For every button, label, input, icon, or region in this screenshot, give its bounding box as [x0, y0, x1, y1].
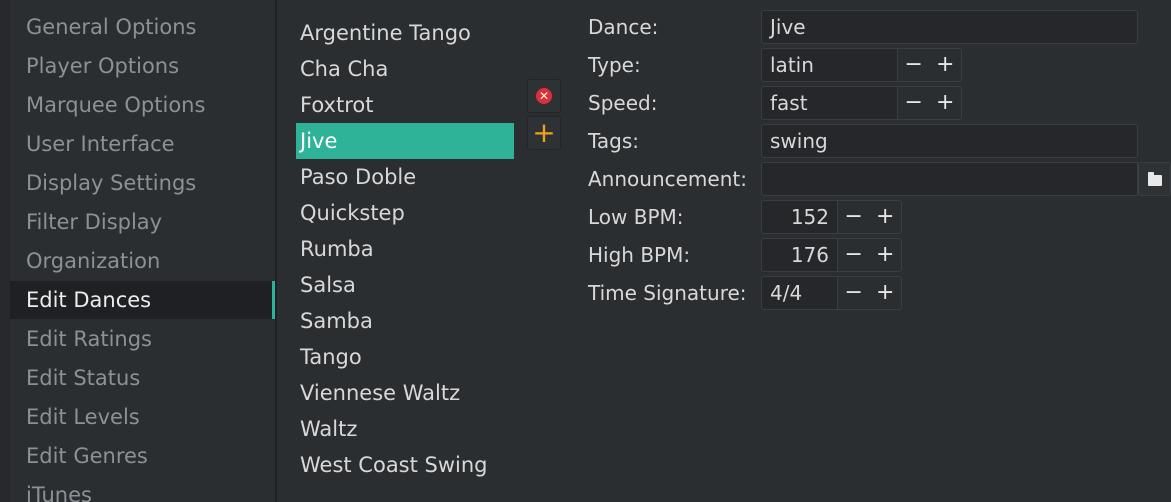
dance-item-cha-cha[interactable]: Cha Cha	[296, 51, 514, 87]
dance-item-west-coast-swing[interactable]: West Coast Swing	[296, 447, 514, 483]
dance-item-waltz[interactable]: Waltz	[296, 411, 514, 447]
nav-item-edit-dances[interactable]: Edit Dances	[10, 281, 275, 319]
nav-item-edit-status[interactable]: Edit Status	[10, 359, 275, 397]
low-bpm-stepper: − +	[838, 200, 902, 234]
type-decrement-button[interactable]: −	[898, 49, 930, 81]
nav-item-display-settings[interactable]: Display Settings	[10, 164, 275, 202]
announcement-field[interactable]	[761, 162, 1138, 196]
nav-item-edit-levels[interactable]: Edit Levels	[10, 398, 275, 436]
time-signature-label: Time Signature:	[588, 281, 747, 305]
high-bpm-label: High BPM:	[588, 243, 691, 267]
high-bpm-stepper: − +	[838, 238, 902, 272]
high-bpm-field[interactable]: 176	[761, 238, 838, 272]
low-bpm-decrement-button[interactable]: −	[838, 201, 870, 233]
plus-icon: +	[532, 116, 556, 149]
type-increment-button[interactable]: +	[930, 49, 962, 81]
nav-item-itunes[interactable]: iTunes	[10, 476, 275, 502]
nav-item-edit-ratings[interactable]: Edit Ratings	[10, 320, 275, 358]
dance-item-jive[interactable]: Jive	[296, 123, 514, 159]
speed-field[interactable]: fast	[761, 86, 898, 120]
settings-nav: General Options Player Options Marquee O…	[0, 0, 275, 502]
time-signature-decrement-button[interactable]: −	[838, 277, 870, 309]
speed-stepper: − +	[898, 86, 962, 120]
dance-name-field[interactable]: Jive	[761, 10, 1138, 44]
dance-item-salsa[interactable]: Salsa	[296, 267, 514, 303]
nav-edge	[0, 0, 10, 502]
high-bpm-decrement-button[interactable]: −	[838, 239, 870, 271]
tags-field[interactable]: swing	[761, 124, 1138, 158]
speed-increment-button[interactable]: +	[930, 87, 962, 119]
nav-item-user-interface[interactable]: User Interface	[10, 125, 275, 163]
low-bpm-field[interactable]: 152	[761, 200, 838, 234]
type-label: Type:	[588, 53, 641, 77]
time-signature-increment-button[interactable]: +	[870, 277, 902, 309]
delete-dance-button[interactable]: ✕	[527, 79, 561, 113]
add-dance-button[interactable]: +	[527, 116, 561, 150]
type-stepper: − +	[898, 48, 962, 82]
dance-item-argentine-tango[interactable]: Argentine Tango	[296, 15, 514, 51]
folder-icon	[1147, 171, 1162, 186]
speed-label: Speed:	[588, 91, 658, 115]
nav-item-filter-display[interactable]: Filter Display	[10, 203, 275, 241]
dance-item-quickstep[interactable]: Quickstep	[296, 195, 514, 231]
announcement-label: Announcement:	[588, 167, 747, 191]
nav-item-marquee-options[interactable]: Marquee Options	[10, 86, 275, 124]
close-circle-icon: ✕	[536, 88, 552, 104]
type-field[interactable]: latin	[761, 48, 898, 82]
low-bpm-increment-button[interactable]: +	[870, 201, 902, 233]
nav-item-player-options[interactable]: Player Options	[10, 47, 275, 85]
dance-item-foxtrot[interactable]: Foxtrot	[296, 87, 514, 123]
time-signature-field[interactable]: 4/4	[761, 276, 838, 310]
nav-item-general-options[interactable]: General Options	[10, 8, 275, 46]
dance-item-tango[interactable]: Tango	[296, 339, 514, 375]
panel-divider	[275, 0, 277, 502]
dance-label: Dance:	[588, 15, 659, 39]
dance-item-rumba[interactable]: Rumba	[296, 231, 514, 267]
speed-decrement-button[interactable]: −	[898, 87, 930, 119]
browse-announcement-button[interactable]	[1138, 162, 1171, 196]
dance-item-viennese-waltz[interactable]: Viennese Waltz	[296, 375, 514, 411]
nav-item-edit-genres[interactable]: Edit Genres	[10, 437, 275, 475]
tags-label: Tags:	[588, 129, 640, 153]
dance-item-samba[interactable]: Samba	[296, 303, 514, 339]
low-bpm-label: Low BPM:	[588, 205, 684, 229]
time-signature-stepper: − +	[838, 276, 902, 310]
nav-item-organization[interactable]: Organization	[10, 242, 275, 280]
high-bpm-increment-button[interactable]: +	[870, 239, 902, 271]
dance-item-paso-doble[interactable]: Paso Doble	[296, 159, 514, 195]
